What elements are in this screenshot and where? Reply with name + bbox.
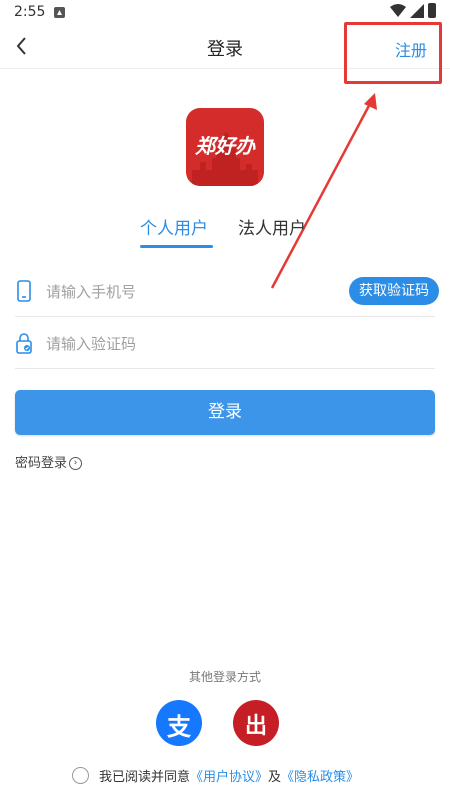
chevron-right-icon: ›: [69, 457, 83, 470]
tab-legal-user[interactable]: 法人用户: [238, 214, 306, 239]
unionpay-login-button[interactable]: 出: [233, 700, 279, 746]
alipay-login-button[interactable]: 支: [156, 700, 202, 746]
lock-icon: [16, 333, 32, 354]
privacy-policy-link[interactable]: 《隐私政策》: [281, 770, 359, 785]
app-logo: 郑好办: [186, 108, 264, 186]
agreement-text: 我已阅读并同意《用户协议》及《隐私政策》: [99, 766, 359, 785]
password-login-label: 密码登录: [15, 456, 68, 471]
battery-icon: [428, 3, 436, 18]
login-button[interactable]: 登录: [15, 390, 435, 435]
wifi-icon: [390, 4, 406, 17]
alipay-icon: 支: [167, 713, 191, 741]
status-time: 2:55: [14, 4, 46, 20]
phone-icon: [17, 280, 31, 302]
notification-icon: [54, 7, 65, 18]
user-agreement-link[interactable]: 《用户协议》: [190, 770, 268, 785]
agreement-conjunction: 及: [268, 770, 282, 785]
other-login-label: 其他登录方式: [188, 670, 261, 684]
active-tab-indicator: [140, 245, 213, 248]
verification-code-input[interactable]: [46, 332, 326, 356]
signal-icon: [410, 4, 424, 18]
phone-input[interactable]: [46, 280, 326, 304]
password-login-link[interactable]: 密码登录 ›: [15, 452, 83, 471]
code-divider: [15, 368, 435, 369]
agreement-checkbox[interactable]: [72, 767, 89, 784]
phone-divider: [15, 316, 435, 317]
app-logo-text: 郑好办: [195, 134, 255, 158]
get-code-button[interactable]: 获取验证码: [349, 277, 439, 305]
unionpay-icon: 出: [244, 714, 267, 739]
agreement-prefix: 我已阅读并同意: [99, 770, 191, 785]
annotation-highlight-box: [344, 22, 442, 84]
tab-personal-user[interactable]: 个人用户: [140, 214, 208, 239]
